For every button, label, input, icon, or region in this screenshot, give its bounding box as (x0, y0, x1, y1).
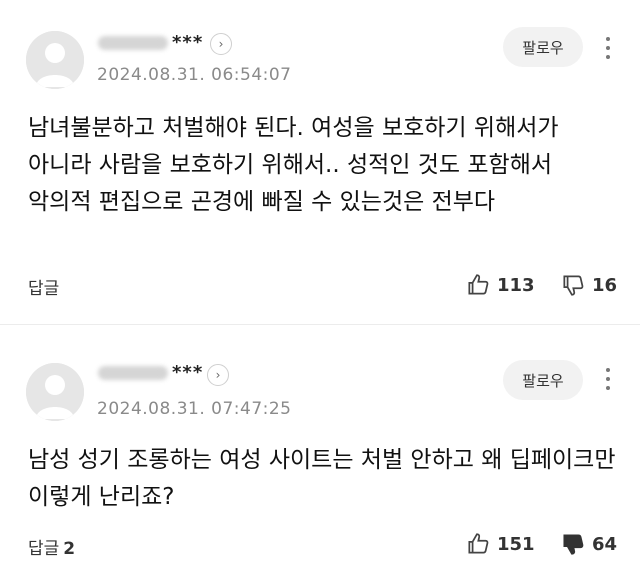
follow-button[interactable]: 팔로우 (503, 360, 583, 400)
nickname-masked (98, 366, 168, 380)
thumbs-up-icon (468, 533, 489, 554)
thumbs-down-icon (563, 534, 584, 555)
chevron-right-icon[interactable]: › (207, 364, 229, 386)
avatar[interactable] (26, 31, 84, 89)
comment-date: 2024.08.31. 06:54:07 (97, 65, 292, 85)
comment-date: 2024.08.31. 07:47:25 (97, 399, 292, 419)
reply-button[interactable]: 답글 2 (28, 534, 75, 559)
default-user-avatar-icon (26, 31, 84, 89)
nickname[interactable]: *** (98, 32, 203, 53)
avatar[interactable] (26, 363, 84, 421)
chevron-right-icon[interactable]: › (210, 33, 232, 55)
reply-count: 2 (63, 539, 76, 559)
more-options-icon[interactable] (598, 37, 618, 59)
nickname-masked (98, 36, 168, 50)
more-options-icon[interactable] (598, 368, 618, 390)
like-button[interactable]: 151 (465, 531, 535, 557)
nickname[interactable]: *** (98, 362, 203, 383)
follow-button[interactable]: 팔로우 (503, 27, 583, 67)
default-user-avatar-icon (26, 363, 84, 421)
comment-item: *** › 2024.08.31. 06:54:07 팔로우 남녀불분하고 처벌… (0, 0, 640, 299)
dislike-button[interactable]: 64 (560, 531, 617, 557)
comment-item: *** › 2024.08.31. 07:47:25 팔로우 남성 성기 조롱하… (0, 288, 640, 576)
comment-text: 남녀불분하고 처벌해야 된다. 여성을 보호하기 위해서가 아니라 사람을 보호… (28, 115, 559, 215)
comment-text: 남성 성기 조롱하는 여성 사이트는 처벌 안하고 왜 딥페이크만 이렇게 난리… (28, 447, 616, 510)
